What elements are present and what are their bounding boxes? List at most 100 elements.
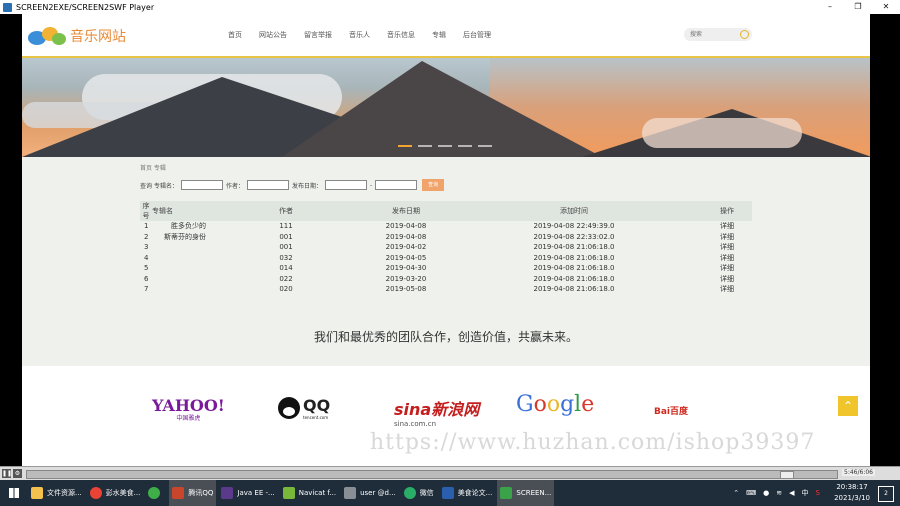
cell-author: 032 — [279, 253, 293, 262]
taskbar-item[interactable]: Navicat f... — [280, 480, 339, 506]
wechat-icon — [403, 487, 416, 499]
taskbar-item[interactable]: SCREEN... — [497, 480, 555, 506]
taskbar-item[interactable]: Java EE -... — [218, 480, 277, 506]
cell-date: 2019-04-08 — [385, 232, 427, 241]
window-titlebar: SCREEN2EXE/SCREEN2SWF Player – ❐ ✕ — [0, 0, 900, 14]
cell-added: 2019-04-08 21:06:18.0 — [533, 264, 615, 272]
taskbar-item[interactable]: 腾讯QQ — [169, 480, 217, 506]
qq-icon — [172, 487, 185, 499]
start-button[interactable] — [0, 480, 28, 506]
google-logo[interactable]: Google — [516, 392, 594, 417]
keyboard-icon[interactable]: ⌨ — [746, 489, 756, 497]
search-icon[interactable] — [740, 30, 749, 39]
cell-index: 2 — [144, 232, 149, 241]
minimize-button[interactable]: – — [816, 0, 844, 14]
nav-home[interactable]: 首页 — [228, 30, 242, 40]
table-row: 5 014 2019-04-30 2019-04-08 21:06:18.0 详… — [140, 263, 752, 274]
cell-index: 5 — [144, 264, 149, 272]
playback-time: 5:46/6:06 — [842, 469, 875, 476]
wifi-icon[interactable]: ≋ — [776, 489, 782, 497]
cell-date: 2019-04-05 — [385, 253, 427, 262]
album-name-input[interactable] — [180, 180, 223, 190]
carousel-dot[interactable] — [458, 145, 472, 147]
windows-icon — [9, 488, 19, 498]
taskbar-item[interactable]: user @d... — [341, 480, 399, 506]
notification-icon[interactable]: 2 — [878, 486, 894, 502]
detail-link[interactable]: 详细 — [702, 253, 752, 264]
sogou-icon[interactable]: S — [816, 489, 820, 497]
qq-logo[interactable]: QQ tencent.com — [278, 396, 330, 420]
date-from-input[interactable] — [324, 180, 367, 190]
detail-link[interactable]: 详细 — [702, 232, 752, 243]
settings-icon[interactable]: ⚙ — [13, 469, 22, 478]
maximize-button[interactable]: ❐ — [844, 0, 872, 14]
cell-added: 2019-04-08 21:06:18.0 — [533, 243, 615, 251]
watermark: https://www.huzhan.com/ishop39397 — [370, 430, 816, 455]
filter-author-label: 作者： — [225, 182, 244, 190]
system-tray: ⌃ ⌨ ● ≋ ◀ 中 S — [726, 480, 820, 506]
seek-thumb[interactable] — [780, 471, 794, 479]
cell-date: 2019-03-20 — [385, 274, 427, 283]
cell-index: 7 — [144, 285, 149, 293]
nav-music-info[interactable]: 音乐信息 — [387, 30, 415, 40]
ime-indicator[interactable]: 中 — [802, 488, 809, 498]
yahoo-logo[interactable]: YAHOO! 中国雅虎 — [152, 396, 225, 422]
detail-link[interactable]: 详细 — [702, 242, 752, 253]
back-to-top-button[interactable]: ⌃ — [838, 396, 858, 416]
carousel-dot[interactable] — [438, 145, 452, 147]
cell-index: 3 — [144, 243, 149, 251]
filter-date-label: 发布日期： — [291, 182, 322, 190]
search-input[interactable] — [684, 30, 736, 39]
sina-logo[interactable]: sina新浪网 sina.com.cn — [394, 396, 479, 428]
carousel-dot[interactable] — [478, 145, 492, 147]
close-button[interactable]: ✕ — [872, 0, 900, 14]
mic-icon[interactable]: ● — [763, 489, 769, 497]
folder-icon — [31, 487, 43, 499]
screen-icon — [500, 487, 513, 499]
detail-link[interactable]: 详细 — [702, 284, 752, 295]
cell-album: 胜多负少的 — [171, 222, 206, 230]
hero-banner — [22, 58, 870, 157]
cell-added: 2019-04-08 22:49:39.0 — [533, 222, 615, 230]
taskbar-item[interactable]: 彭水美食... — [87, 480, 144, 506]
site-logo[interactable]: 音乐网站 — [28, 25, 126, 47]
cell-author: 111 — [279, 222, 293, 230]
nav-album[interactable]: 专辑 — [432, 30, 446, 40]
detail-link[interactable]: 详细 — [702, 221, 752, 232]
date-to-input[interactable] — [375, 180, 418, 190]
web-page: 音乐网站 首页 网站公告 留言举报 音乐人 音乐信息 专辑 后台管理 首页 专辑 — [22, 14, 870, 466]
author-input[interactable] — [246, 180, 289, 190]
nav-musician[interactable]: 音乐人 — [349, 30, 370, 40]
taskbar-item[interactable]: 美食论文... — [439, 480, 496, 506]
taskbar-item[interactable]: 文件资源... — [28, 480, 85, 506]
cell-added: 2019-04-08 21:06:18.0 — [533, 274, 615, 283]
cell-index: 4 — [144, 253, 149, 262]
nav-notice[interactable]: 网站公告 — [259, 30, 287, 40]
nav-admin[interactable]: 后台管理 — [463, 30, 491, 40]
table-header: 序号 专辑名 作者 发布日期 添加时间 操作 — [140, 201, 752, 221]
cell-author: 001 — [279, 232, 293, 241]
clock[interactable]: 20:38:17 2021/3/10 — [834, 482, 870, 504]
col-album: 专辑名 — [152, 207, 173, 215]
chevron-up-icon[interactable]: ⌃ — [733, 489, 739, 497]
slogan: 我们和最优秀的团队合作，创造价值，共赢未来。 — [313, 330, 578, 344]
volume-icon[interactable]: ◀ — [789, 489, 794, 497]
cell-author: 022 — [279, 274, 293, 283]
seek-bar[interactable] — [26, 470, 838, 479]
taskbar-item[interactable]: 微信 — [401, 480, 437, 506]
db-icon — [344, 487, 357, 499]
detail-link[interactable]: 详细 — [702, 274, 752, 285]
detail-link[interactable]: 详细 — [702, 263, 752, 274]
carousel-dot[interactable] — [418, 145, 432, 147]
cell-album — [152, 242, 206, 253]
baidu-logo[interactable]: Bai百度 — [654, 404, 688, 417]
pause-icon[interactable]: ❚❚ — [2, 469, 12, 478]
carousel-dot[interactable] — [398, 145, 412, 147]
nav-message[interactable]: 留言举报 — [304, 30, 332, 40]
cell-album — [152, 253, 206, 264]
query-button[interactable]: 查询 — [422, 179, 445, 191]
cell-date: 2019-04-02 — [385, 243, 427, 251]
eclipse-icon — [221, 487, 234, 499]
cell-added: 2019-04-08 21:06:18.0 — [533, 285, 615, 293]
taskbar-item[interactable] — [145, 480, 167, 506]
